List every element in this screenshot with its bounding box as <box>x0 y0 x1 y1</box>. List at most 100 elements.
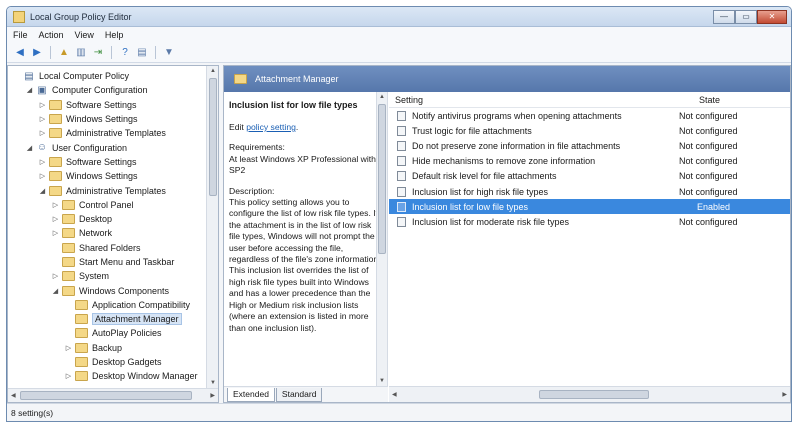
tab-extended[interactable]: Extended <box>227 388 275 402</box>
policy-setting-icon <box>397 110 406 121</box>
menu-file[interactable]: File <box>13 30 28 40</box>
tree-item[interactable]: ▷ Windows Settings <box>8 169 218 183</box>
setting-cell: Trust logic for file attachments <box>389 125 679 136</box>
expand-icon[interactable]: ▷ <box>64 372 73 380</box>
list-row[interactable]: Inclusion list for low file types Enabled <box>389 199 790 215</box>
tree-horizontal-scrollbar[interactable]: ◀ ▶ <box>8 388 218 402</box>
collapse-icon[interactable]: ◢ <box>25 86 34 94</box>
tree-item[interactable]: Desktop Gadgets <box>8 355 218 369</box>
tree-item[interactable]: ◢ Windows Components <box>8 283 218 297</box>
list-row[interactable]: Hide mechanisms to remove zone informati… <box>389 154 790 169</box>
properties-icon[interactable]: ▤ <box>135 46 149 60</box>
expand-icon[interactable]: ▷ <box>38 115 47 123</box>
tree-item[interactable]: ▷ Windows Settings <box>8 112 218 126</box>
filter-icon[interactable]: ▼ <box>162 46 176 60</box>
maximize-button[interactable]: ▭ <box>735 9 757 24</box>
tree-item[interactable]: ▤ Local Computer Policy <box>8 69 218 83</box>
setting-name: Inclusion list for low file types <box>412 201 529 212</box>
scroll-left-icon[interactable]: ◀ <box>11 392 16 399</box>
tree-vertical-scrollbar[interactable]: ▲ ▼ <box>206 66 218 388</box>
node-header: Attachment Manager <box>224 66 790 92</box>
tree-item[interactable]: ▷ Backup <box>8 341 218 355</box>
list-hscroll-thumb[interactable] <box>539 390 649 399</box>
toolbar-separator <box>111 46 112 59</box>
tree-rows: ▤ Local Computer Policy ◢ ▣ Computer Configu… <box>8 66 218 384</box>
tree-item[interactable]: Shared Folders <box>8 241 218 255</box>
collapse-icon[interactable]: ◢ <box>25 144 34 152</box>
list-row[interactable]: Inclusion list for moderate risk file ty… <box>389 214 790 229</box>
expand-icon[interactable]: ▷ <box>38 101 47 109</box>
description-scroll-thumb[interactable] <box>378 104 386 254</box>
expand-icon[interactable]: ▷ <box>38 172 47 180</box>
scroll-up-icon[interactable]: ▲ <box>379 94 385 100</box>
expand-icon[interactable]: ▷ <box>38 129 47 137</box>
description-scrollbar[interactable]: ▲ ▼ <box>376 92 387 386</box>
tree-item[interactable]: ▷ Software Settings <box>8 155 218 169</box>
tree-item[interactable]: Start Menu and Taskbar <box>8 255 218 269</box>
expand-icon[interactable]: ▷ <box>51 229 60 237</box>
menu-action[interactable]: Action <box>39 30 64 40</box>
tree-scroll-thumb[interactable] <box>209 78 217 196</box>
policy-setting-icon <box>397 186 406 197</box>
folder-icon <box>62 271 75 282</box>
scroll-right-icon[interactable]: ▶ <box>210 392 215 399</box>
setting-cell: Hide mechanisms to remove zone informati… <box>389 156 679 167</box>
collapse-icon[interactable]: ◢ <box>38 187 47 195</box>
list-horizontal-scrollbar[interactable]: ◀ ▶ <box>389 386 790 402</box>
list-row[interactable]: Trust logic for file attachments Not conf… <box>389 123 790 138</box>
scroll-left-icon[interactable]: ◀ <box>392 391 397 398</box>
close-button[interactable]: ✕ <box>757 9 787 24</box>
tree-item[interactable]: AutoPlay Policies <box>8 326 218 340</box>
list-row[interactable]: Inclusion list for high risk file types N… <box>389 184 790 199</box>
tree-item[interactable]: ▷ Desktop <box>8 212 218 226</box>
export-list-icon[interactable]: ⇥ <box>91 46 105 60</box>
up-folder-icon[interactable]: ▲ <box>57 46 71 60</box>
description-label: Description: <box>229 185 275 196</box>
setting-cell: Do not preserve zone information in file… <box>389 140 679 151</box>
folder-icon <box>234 74 247 84</box>
tree-item[interactable]: ◢ Administrative Templates <box>8 183 218 197</box>
expand-icon[interactable]: ▷ <box>51 201 60 209</box>
description-pane: Inclusion list for low file types Edit p… <box>224 92 388 386</box>
help-icon[interactable]: ? <box>118 46 132 60</box>
minimize-button[interactable]: — <box>713 9 735 24</box>
list-row[interactable]: Notify antivirus programs when opening a… <box>389 108 790 123</box>
back-icon[interactable]: ◀ <box>13 46 27 60</box>
forward-icon[interactable]: ▶ <box>30 46 44 60</box>
scroll-down-icon[interactable]: ▼ <box>379 378 385 384</box>
tree-item[interactable]: ◢ ▣ Computer Configuration <box>8 83 218 97</box>
expand-icon[interactable]: ▷ <box>51 272 60 280</box>
column-state[interactable]: State <box>679 95 790 105</box>
folder-icon <box>75 299 88 310</box>
expand-icon[interactable]: ▷ <box>51 215 60 223</box>
scroll-right-icon[interactable]: ▶ <box>782 391 787 398</box>
tree-item[interactable]: ▷ Network <box>8 226 218 240</box>
menu-view[interactable]: View <box>75 30 94 40</box>
tree-item[interactable]: ◢ ☺ User Configuration <box>8 140 218 154</box>
tree-hscroll-thumb[interactable] <box>20 391 192 400</box>
scroll-up-icon[interactable]: ▲ <box>210 68 216 74</box>
tab-standard[interactable]: Standard <box>275 388 323 402</box>
tree-item[interactable]: ▷ Control Panel <box>8 198 218 212</box>
expand-icon[interactable]: ▷ <box>64 344 73 352</box>
show-hide-tree-icon[interactable]: ▥ <box>74 46 88 60</box>
collapse-icon[interactable]: ◢ <box>51 287 60 295</box>
folder-icon <box>75 314 88 325</box>
tree-item[interactable]: Attachment Manager <box>8 312 218 326</box>
state-cell: Not configured <box>679 156 738 167</box>
tree-item[interactable]: Application Compatibility <box>8 298 218 312</box>
setting-name: Hide mechanisms to remove zone informati… <box>412 156 596 167</box>
tree-item-label: Software Settings <box>66 156 137 167</box>
tree-item[interactable]: ▷ Desktop Window Manager <box>8 369 218 383</box>
policy-setting-link[interactable]: policy setting <box>246 122 296 132</box>
column-setting[interactable]: Setting <box>389 95 679 105</box>
scroll-down-icon[interactable]: ▼ <box>210 380 216 386</box>
tree-item[interactable]: ▷ System <box>8 269 218 283</box>
tree-item[interactable]: ▷ Administrative Templates <box>8 126 218 140</box>
menu-help[interactable]: Help <box>105 30 124 40</box>
list-row[interactable]: Default risk level for file attachments N… <box>389 169 790 184</box>
expand-icon[interactable]: ▷ <box>38 158 47 166</box>
tree-item[interactable]: ▷ Software Settings <box>8 98 218 112</box>
list-row[interactable]: Do not preserve zone information in file… <box>389 138 790 153</box>
tree-item-label: AutoPlay Policies <box>92 328 162 339</box>
